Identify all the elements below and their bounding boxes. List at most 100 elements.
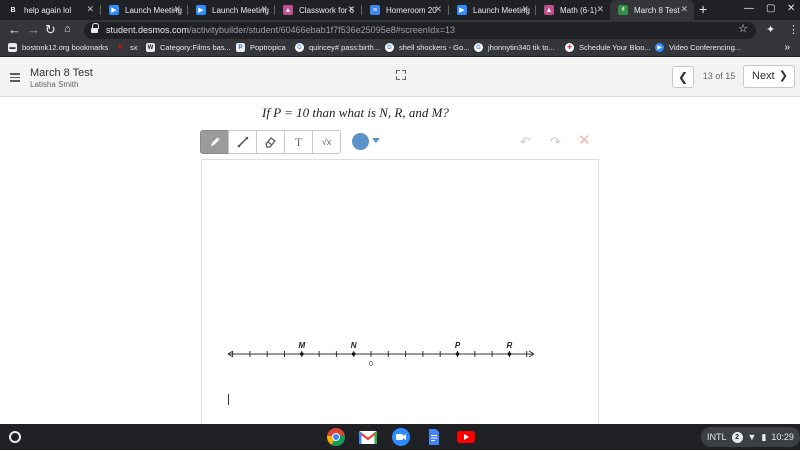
activity-title: March 8 Test	[30, 67, 93, 79]
tab-close-icon[interactable]: ✕	[680, 4, 688, 15]
more-bookmarks-icon[interactable]: »	[784, 42, 790, 53]
bookmark-item[interactable]: ▶ Video Conferencing...	[655, 43, 741, 52]
bookmark-item[interactable]: G jhonnytin340 tik to...	[474, 43, 555, 52]
browser-tab[interactable]: ▶ Launch Meeting ✕	[101, 0, 187, 20]
number-line-point	[351, 352, 356, 356]
bookmark-star-icon[interactable]: ☆	[738, 22, 748, 35]
browser-tab[interactable]: ▲ Classwork for 6 ✕	[275, 0, 361, 20]
activity-header: March 8 Test Latisha Smith ❮ 13 of 15 Ne…	[0, 57, 800, 97]
line-icon	[237, 136, 248, 148]
meet-icon[interactable]	[391, 427, 411, 447]
chromeos-shelf: INTL 2 ▼ ▮ 10:29	[0, 424, 800, 450]
new-tab-icon[interactable]: +	[699, 1, 707, 17]
wifi-icon: ▼	[747, 432, 757, 442]
clock: 10:29	[771, 432, 794, 442]
screen-counter: 13 of 15	[702, 71, 736, 81]
text-cursor	[228, 394, 229, 405]
bookmark-item[interactable]: ▬ bostonk12.org bookmarks	[8, 43, 108, 52]
bookmark-item[interactable]: P Poptropica	[236, 43, 286, 52]
system-tray[interactable]: INTL 2 ▼ ▮ 10:29	[701, 427, 800, 447]
tab-close-icon[interactable]: ✕	[86, 4, 94, 15]
tab-close-icon[interactable]: ✕	[521, 4, 529, 15]
tab-close-icon[interactable]: ✕	[260, 4, 268, 15]
math-icon: √x	[321, 137, 332, 147]
google-icon: G	[474, 43, 483, 52]
close-window-icon[interactable]: ✕	[787, 3, 795, 14]
browser-tab[interactable]: ▲ Math (6-1) ✕	[536, 0, 610, 20]
tab-close-icon[interactable]: ✕	[596, 4, 604, 15]
tab-close-icon[interactable]: ✕	[434, 4, 442, 15]
tab-strip: B help again lol ✕ ▶ Launch Meeting ✕ ▶ …	[0, 0, 800, 20]
bookmark-item[interactable]: N sx	[116, 43, 138, 52]
browser-tab[interactable]: ▶ Launch Meeting ✕	[449, 0, 535, 20]
math-tool-button[interactable]: √x	[312, 130, 341, 154]
address-bar[interactable]: student.desmos.com/activitybuilder/stude…	[84, 22, 756, 39]
bookmark-item[interactable]: G shell shockers - Go...	[385, 43, 469, 52]
number-line-point	[455, 352, 460, 356]
classroom-icon: ▲	[544, 5, 554, 15]
caret-down-icon[interactable]	[372, 138, 380, 143]
lock-icon	[91, 23, 99, 34]
zoom-icon: ▶	[457, 5, 467, 15]
sketch-canvas[interactable]	[201, 159, 599, 429]
red-cross-icon: ✚	[565, 43, 574, 52]
launcher-icon[interactable]	[9, 431, 21, 443]
browser-toolbar: ← → ↻ ⌂ student.desmos.com/activitybuild…	[0, 20, 800, 41]
hamburger-menu-icon[interactable]	[10, 73, 20, 82]
minimize-icon[interactable]: —	[744, 3, 754, 14]
chrome-icon[interactable]	[326, 427, 346, 447]
number-line-point	[300, 352, 304, 356]
point-label-m: M	[298, 341, 305, 350]
forward-icon[interactable]: →	[27, 22, 40, 37]
browser-tab[interactable]: B help again lol ✕	[0, 0, 100, 20]
home-icon[interactable]: ⌂	[64, 23, 71, 35]
bookmark-item[interactable]: G quincey# pass:birth...	[295, 43, 380, 52]
menu-icon[interactable]: ⋮	[788, 23, 799, 36]
docs-icon: ≡	[370, 5, 380, 15]
clear-sketch-icon[interactable]: ✕	[578, 131, 591, 149]
youtube-icon[interactable]	[456, 427, 476, 447]
bookmarks-bar: ▬ bostonk12.org bookmarks N sx W Categor…	[0, 41, 800, 57]
point-label-r: R	[507, 341, 513, 350]
brainly-icon: B	[8, 5, 18, 15]
back-icon[interactable]: ←	[8, 22, 21, 37]
pen-color-swatch[interactable]	[352, 133, 369, 150]
ime-indicator: INTL	[707, 432, 727, 442]
previous-screen-button[interactable]: ❮	[672, 66, 694, 88]
bookmark-item[interactable]: ✚ Schedule Your Bloo...	[565, 43, 651, 52]
browser-tab[interactable]: ▶ Launch Meeting ✕	[188, 0, 274, 20]
tab-close-icon[interactable]: ✕	[173, 4, 181, 15]
bookmark-item[interactable]: W Category:Films bas...	[146, 43, 231, 52]
classroom-icon: ▲	[283, 5, 293, 15]
chevron-left-icon: ❮	[677, 70, 689, 84]
point-label-p: P	[455, 341, 461, 350]
line-tool-button[interactable]	[228, 130, 257, 154]
zoom-icon: ▶	[196, 5, 206, 15]
pencil-icon	[210, 137, 219, 146]
folder-icon: ▬	[8, 43, 17, 52]
reload-icon[interactable]: ↻	[45, 22, 56, 38]
redo-icon[interactable]: ↷	[550, 134, 561, 150]
eraser-icon	[265, 137, 276, 148]
expand-icon[interactable]	[396, 70, 406, 80]
zoom-icon: ▶	[109, 5, 119, 15]
text-icon: T	[294, 134, 303, 149]
browser-tab-active[interactable]: ᵈ March 8 Test ✕	[610, 0, 694, 20]
battery-icon: ▮	[761, 431, 767, 442]
pencil-tool-button[interactable]	[200, 130, 229, 154]
extensions-icon[interactable]: ✦	[766, 23, 775, 36]
eraser-tool-button[interactable]	[256, 130, 285, 154]
google-icon: G	[385, 43, 394, 52]
chevron-right-icon: ❯	[778, 70, 788, 82]
gmail-icon[interactable]	[358, 427, 378, 447]
undo-icon[interactable]: ↶	[520, 134, 531, 150]
netflix-icon: N	[116, 43, 125, 52]
tab-close-icon[interactable]: ✕	[347, 4, 355, 15]
desmos-icon: ᵈ	[618, 5, 628, 15]
docs-icon[interactable]	[424, 427, 444, 447]
next-screen-button[interactable]: Next ❯	[743, 65, 795, 88]
number-line-point	[507, 352, 512, 356]
browser-tab[interactable]: ≡ Homeroom 20 ✕	[362, 0, 448, 20]
text-tool-button[interactable]: T	[284, 130, 313, 154]
maximize-icon[interactable]: ▢	[766, 3, 775, 14]
